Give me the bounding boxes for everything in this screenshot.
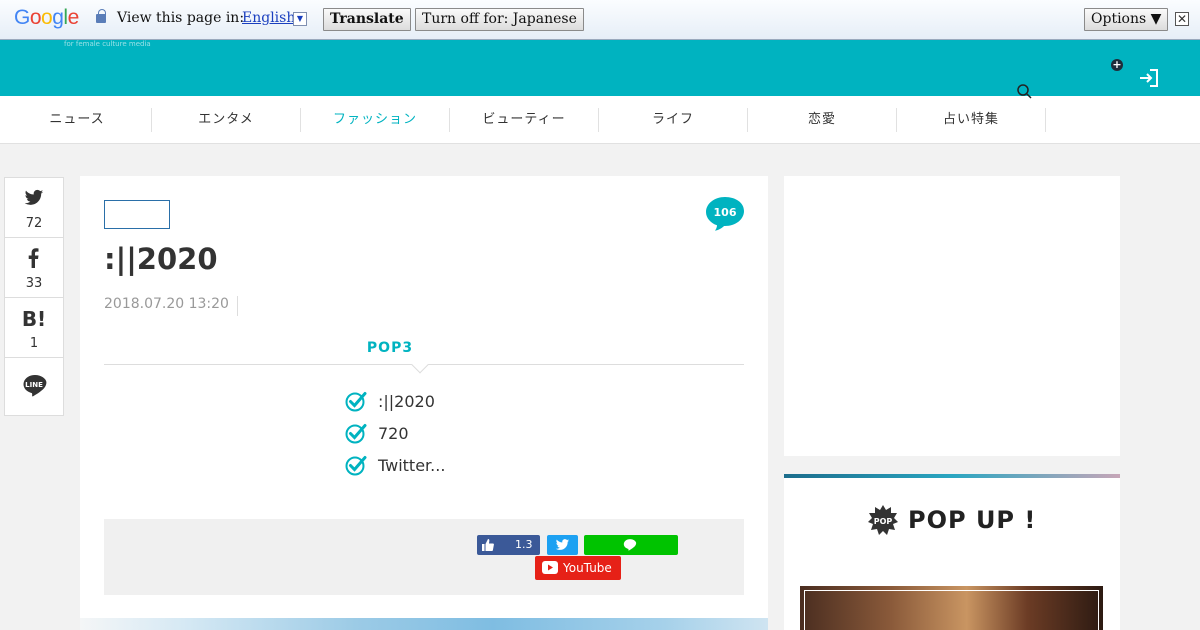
- twitter-icon: [24, 189, 44, 205]
- ad-space: [784, 176, 1120, 456]
- check-circle-icon: [345, 456, 367, 476]
- list-item-text: 720: [378, 424, 409, 443]
- nav-item-active[interactable]: ファッション: [301, 108, 450, 132]
- nav-item[interactable]: エンタメ: [152, 108, 301, 132]
- youtube-label: YouTube: [563, 561, 612, 575]
- facebook-icon: [28, 248, 39, 268]
- site-tagline: for female culture media: [64, 40, 151, 48]
- popup-widget: POP POP UP !: [784, 474, 1120, 630]
- nav-item[interactable]: ビューティー: [450, 108, 599, 132]
- like-count: 1.3: [515, 538, 533, 551]
- thumbs-up-icon: [482, 539, 494, 551]
- twitter-share-button[interactable]: 72: [5, 178, 63, 238]
- line-share-button[interactable]: LINE: [5, 358, 63, 418]
- main-nav: ニュース エンタメ ファッション ビューティー ライフ 恋愛 占い特集: [0, 96, 1200, 144]
- plus-icon[interactable]: +: [1111, 59, 1123, 71]
- nav-item[interactable]: 恋愛: [748, 108, 897, 132]
- turn-off-button[interactable]: Turn off for: Japanese: [415, 8, 584, 31]
- pop-badge-text: POP: [874, 517, 893, 526]
- translate-button[interactable]: Translate: [323, 8, 411, 31]
- nav-item[interactable]: 占い特集: [897, 108, 1046, 132]
- article-hero-image: [80, 618, 768, 630]
- chevron-down-icon[interactable]: ▼: [293, 12, 307, 26]
- nav-item[interactable]: ニュース: [3, 108, 152, 132]
- thumbnail-frame: [804, 590, 1099, 630]
- comment-count-badge[interactable]: 106: [706, 197, 744, 231]
- article-date: 2018.07.20 13:20: [104, 296, 238, 316]
- translate-bar: Google View this page in: English ▼ Tran…: [0, 0, 1200, 40]
- facebook-share-button[interactable]: 33: [5, 238, 63, 298]
- divider-notch: [411, 356, 429, 374]
- hatena-icon: B!: [21, 307, 47, 331]
- line-send-button[interactable]: [584, 535, 678, 555]
- social-share-box: 1.3 YouTube: [104, 519, 744, 595]
- article-title: :||2020: [104, 242, 218, 276]
- list-item-text: Twitter...: [378, 456, 446, 475]
- pop-starburst-icon: POP: [868, 505, 898, 535]
- close-icon[interactable]: ✕: [1175, 12, 1189, 26]
- tweet-button[interactable]: [547, 535, 578, 555]
- comment-count: 106: [713, 206, 737, 219]
- youtube-icon: [542, 561, 558, 574]
- category-label[interactable]: [104, 200, 170, 229]
- hatena-share-button[interactable]: B! 1: [5, 298, 63, 358]
- nav-item[interactable]: ライフ: [599, 108, 748, 132]
- list-item-text: :||2020: [378, 392, 435, 411]
- language-select[interactable]: English: [242, 10, 295, 26]
- hatena-count: 1: [29, 336, 39, 351]
- facebook-like-button[interactable]: 1.3: [477, 535, 540, 555]
- gradient-divider: [784, 474, 1120, 478]
- line-icon: [623, 539, 637, 551]
- pop3-heading: POP3: [366, 340, 414, 356]
- line-label: LINE: [25, 381, 43, 389]
- lock-icon: [96, 9, 106, 23]
- check-circle-icon: [345, 424, 367, 444]
- article-card: 106 :||2020 2018.07.20 13:20 POP3 :||202…: [80, 176, 768, 630]
- twitter-count: 72: [25, 216, 43, 231]
- translate-prompt: View this page in:: [117, 10, 245, 26]
- youtube-subscribe-button[interactable]: YouTube: [535, 556, 621, 580]
- facebook-count: 33: [25, 276, 43, 291]
- login-icon[interactable]: [1138, 68, 1160, 88]
- google-logo: Google: [14, 6, 79, 29]
- check-circle-icon: [345, 392, 367, 412]
- search-icon[interactable]: [1016, 83, 1032, 99]
- popup-title: POP UP !: [908, 506, 1037, 534]
- options-button[interactable]: Options ▼: [1084, 8, 1169, 31]
- share-sidebar: 72 33 B! 1 LINE: [4, 177, 64, 416]
- twitter-icon: [555, 539, 570, 550]
